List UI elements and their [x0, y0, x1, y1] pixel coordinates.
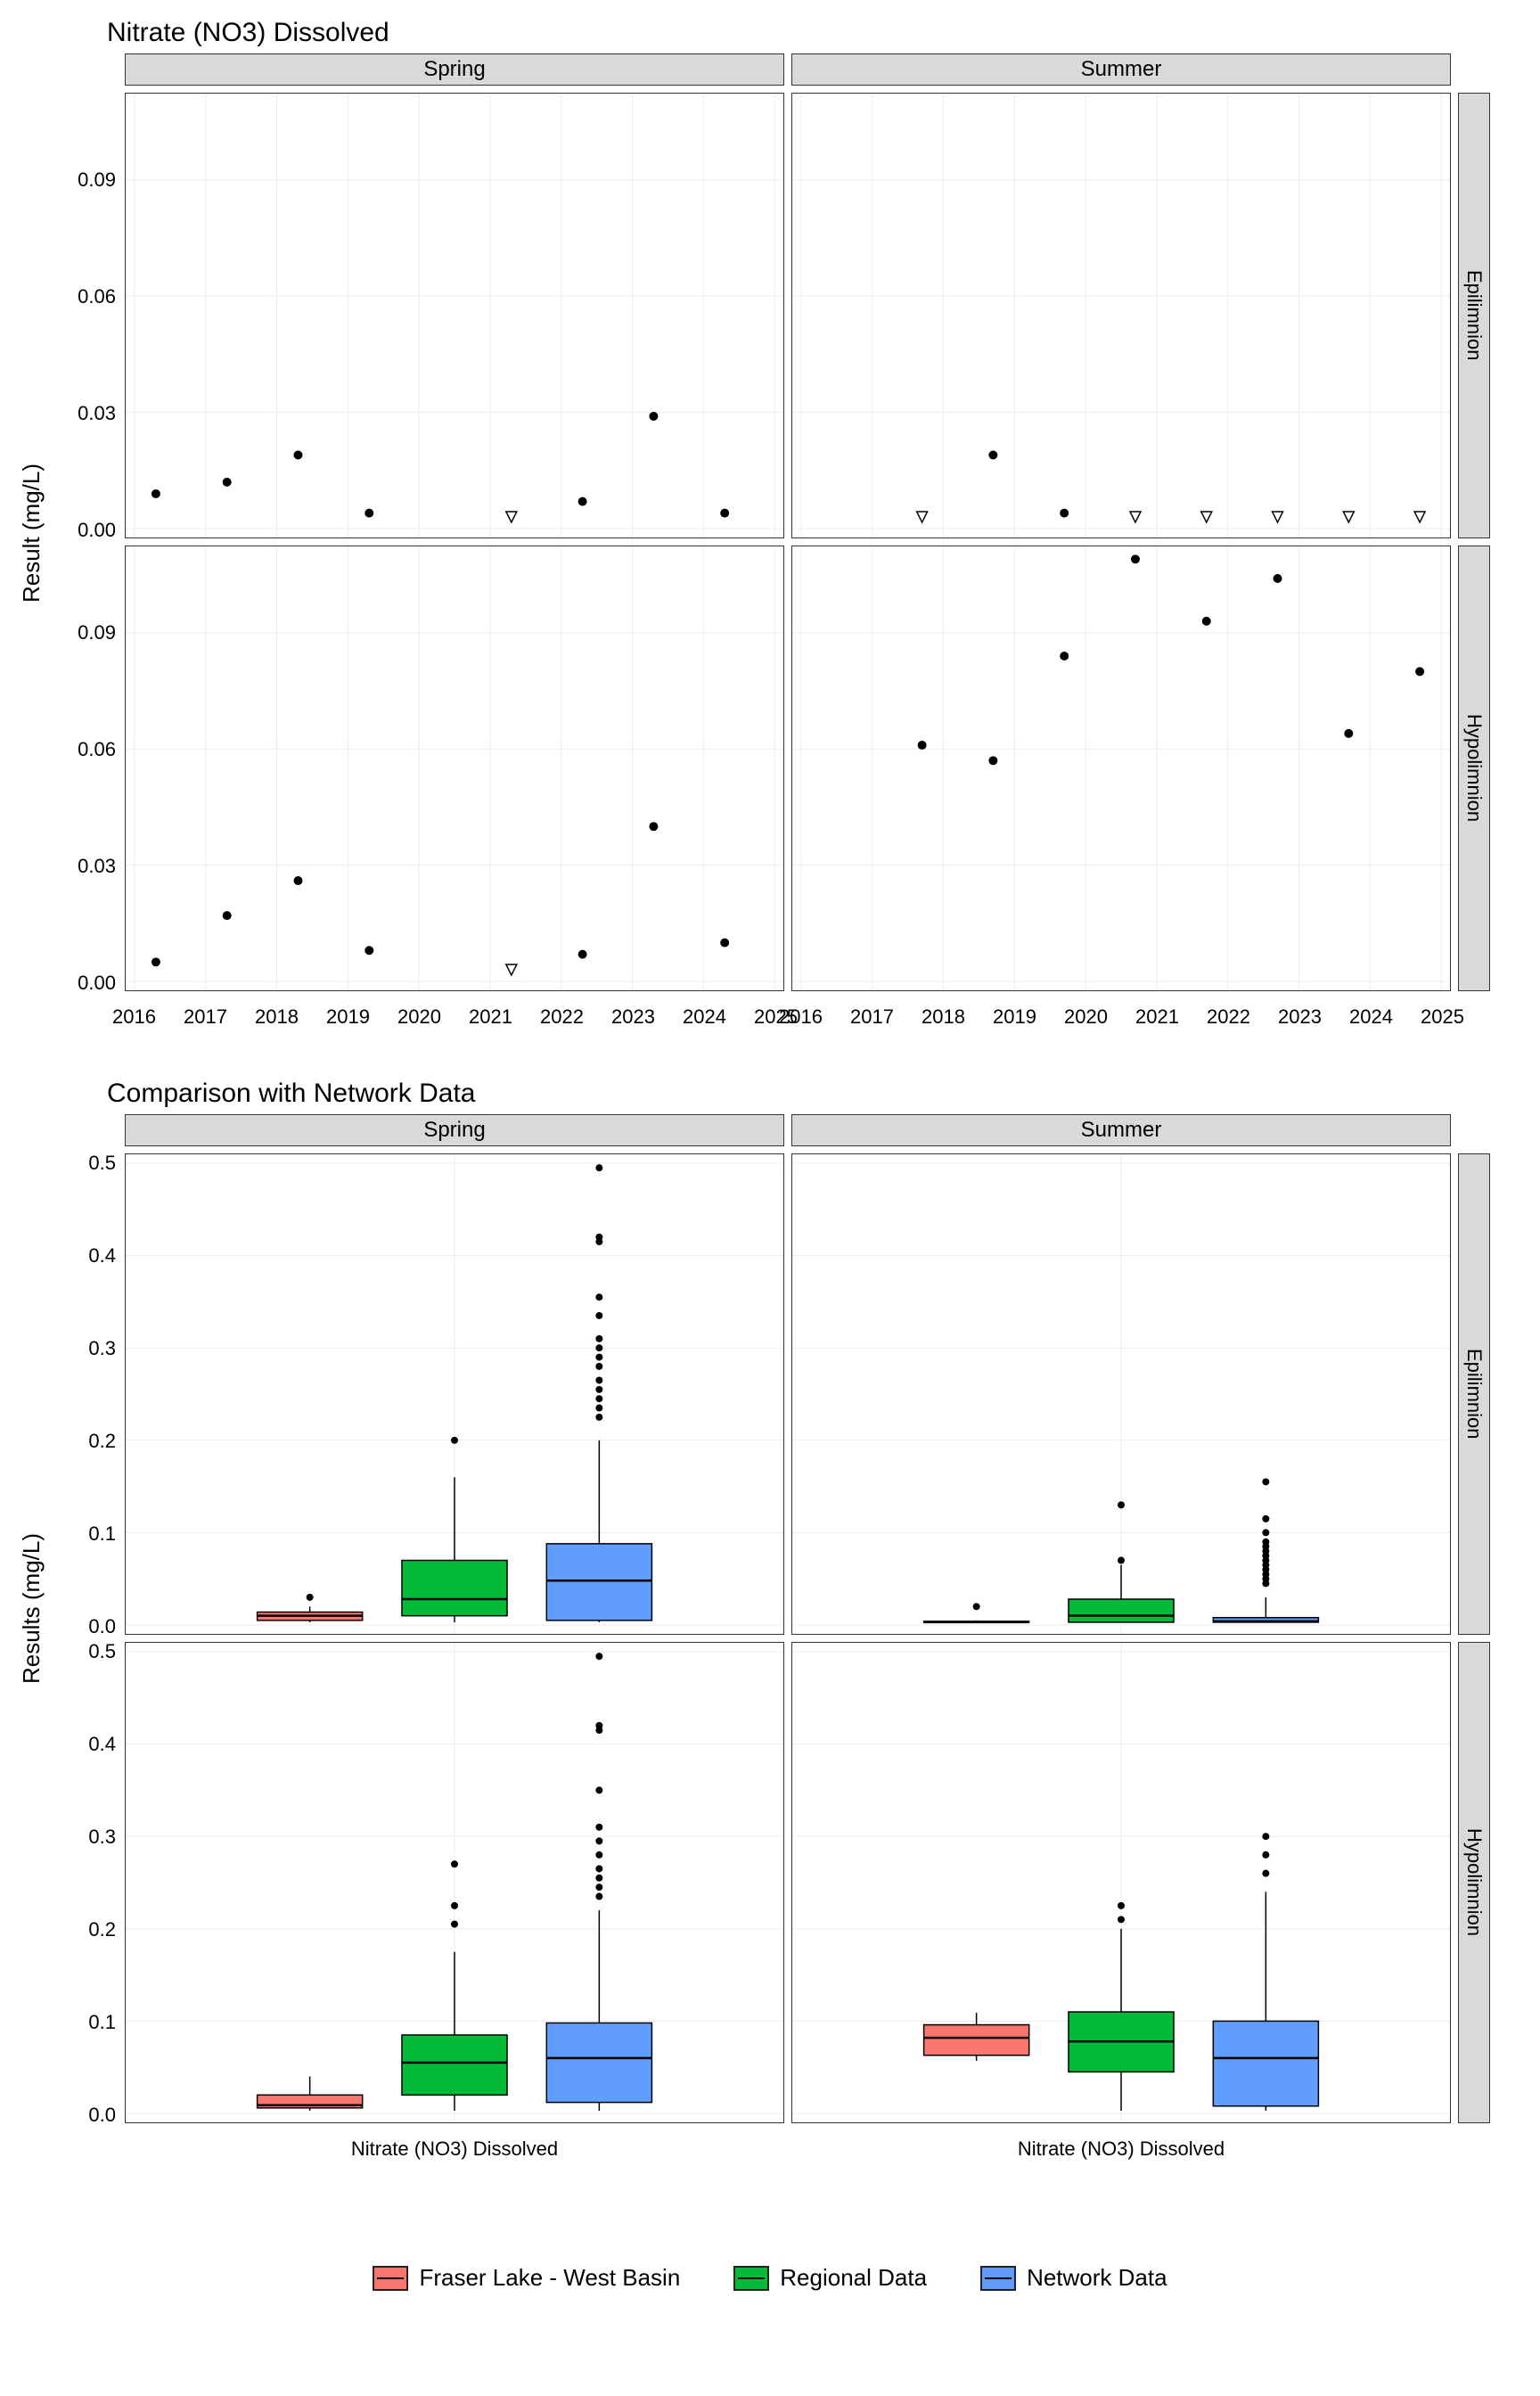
legend-label-regional: Regional Data	[780, 2264, 927, 2292]
strip-col-summer-2: Summer	[791, 1114, 1451, 1146]
strip-row-hypolimnion: Hypolimnion	[1458, 546, 1490, 991]
x-tick-label: 2022	[540, 1005, 584, 1029]
x-tick-label: 2024	[683, 1005, 726, 1029]
y-ticks-top-row1: 0.000.030.060.09	[62, 93, 116, 538]
y-tick-label: 0.03	[78, 402, 116, 425]
y-ticks-bottom-row2: 0.00.10.20.30.40.5	[71, 1642, 116, 2123]
boxpanel-spring-hypolimnion	[125, 1642, 784, 2123]
x-tick-label: 2019	[326, 1005, 370, 1029]
x-category-col2: Nitrate (NO3) Dissolved	[791, 2138, 1451, 2161]
strip-col-spring: Spring	[125, 53, 784, 86]
y-ticks-bottom-row1: 0.0 0.1 0.2 0.3 0.4 0.5	[71, 1153, 116, 1635]
y-tick-label: 0.1	[88, 2011, 116, 2034]
panel-spring-hypolimnion	[125, 546, 784, 991]
boxpanel-summer-epilimnion	[791, 1153, 1451, 1635]
strip-col-spring-2: Spring	[125, 1114, 784, 1146]
y-tick-label: 0.03	[78, 855, 116, 878]
y-tick-label: 0.2	[88, 1918, 116, 1941]
page: Nitrate (NO3) Dissolved Result (mg/L) Sp…	[0, 0, 1540, 2396]
legend-item-fraser: Fraser Lake - West Basin	[373, 2264, 680, 2292]
x-tick-label: 2017	[850, 1005, 894, 1029]
y-tick-label: 0.4	[88, 1244, 116, 1268]
legend-label-fraser: Fraser Lake - West Basin	[419, 2264, 680, 2292]
y-ticks-top-row2: 0.000.030.060.09	[62, 546, 116, 991]
legend-label-network: Network Data	[1027, 2264, 1167, 2292]
y-tick-label: 0.4	[88, 1733, 116, 1756]
strip-col-summer: Summer	[791, 53, 1451, 86]
x-tick-label: 2021	[1135, 1005, 1179, 1029]
y-tick-label: 0.5	[88, 1152, 116, 1175]
y-tick-label: 0.06	[78, 738, 116, 761]
y-tick-label: 0.06	[78, 285, 116, 308]
chart-title-top: Nitrate (NO3) Dissolved	[107, 18, 389, 48]
legend: Fraser Lake - West Basin Regional Data N…	[0, 2264, 1540, 2292]
x-tick-label: 2019	[993, 1005, 1036, 1029]
y-axis-label-top: Result (mg/L)	[18, 464, 45, 603]
y-tick-label: 0.09	[78, 621, 116, 644]
x-tick-label: 2018	[255, 1005, 299, 1029]
scatter-facet-grid: Spring Summer Epilimnion Hypolimnion	[125, 53, 1506, 998]
panel-summer-epilimnion	[791, 93, 1451, 538]
y-tick-label: 0.0	[88, 1615, 116, 1638]
x-tick-label: 2025	[1421, 1005, 1464, 1029]
y-tick-label: 0.5	[88, 1640, 116, 1663]
x-tick-label: 2023	[611, 1005, 655, 1029]
x-tick-label: 2024	[1349, 1005, 1393, 1029]
y-tick-label: 0.00	[78, 519, 116, 542]
legend-item-network: Network Data	[980, 2264, 1167, 2292]
x-tick-label: 2017	[184, 1005, 227, 1029]
chart-title-bottom: Comparison with Network Data	[107, 1079, 475, 1109]
strip-row-epilimnion-2: Epilimnion	[1458, 1153, 1490, 1635]
x-category-col1: Nitrate (NO3) Dissolved	[125, 2138, 784, 2161]
strip-row-epilimnion: Epilimnion	[1458, 93, 1490, 538]
strip-row-hypolimnion-2: Hypolimnion	[1458, 1642, 1490, 2123]
y-tick-label: 0.3	[88, 1337, 116, 1360]
y-tick-label: 0.1	[88, 1522, 116, 1546]
legend-item-regional: Regional Data	[733, 2264, 927, 2292]
boxpanel-summer-hypolimnion	[791, 1642, 1451, 2123]
x-tick-label: 2021	[469, 1005, 512, 1029]
y-tick-label: 0.09	[78, 168, 116, 192]
y-tick-label: 0.3	[88, 1826, 116, 1849]
boxpanel-spring-epilimnion	[125, 1153, 784, 1635]
y-tick-label: 0.0	[88, 2104, 116, 2127]
y-tick-label: 0.00	[78, 972, 116, 995]
x-tick-label: 2016	[779, 1005, 823, 1029]
x-tick-label: 2020	[397, 1005, 441, 1029]
x-tick-label: 2022	[1207, 1005, 1250, 1029]
x-tick-label: 2016	[112, 1005, 156, 1029]
boxplot-facet-grid: Spring Summer Epilimnion Hypolimnion	[125, 1114, 1506, 2130]
panel-spring-epilimnion	[125, 93, 784, 538]
legend-key-regional-icon	[733, 2266, 769, 2291]
x-tick-label: 2023	[1278, 1005, 1322, 1029]
y-tick-label: 0.2	[88, 1430, 116, 1453]
legend-key-network-icon	[980, 2266, 1016, 2291]
legend-key-fraser-icon	[373, 2266, 408, 2291]
panel-summer-hypolimnion	[791, 546, 1451, 991]
x-tick-label: 2020	[1064, 1005, 1108, 1029]
y-axis-label-bottom: Results (mg/L)	[18, 1533, 45, 1684]
x-tick-label: 2018	[922, 1005, 965, 1029]
